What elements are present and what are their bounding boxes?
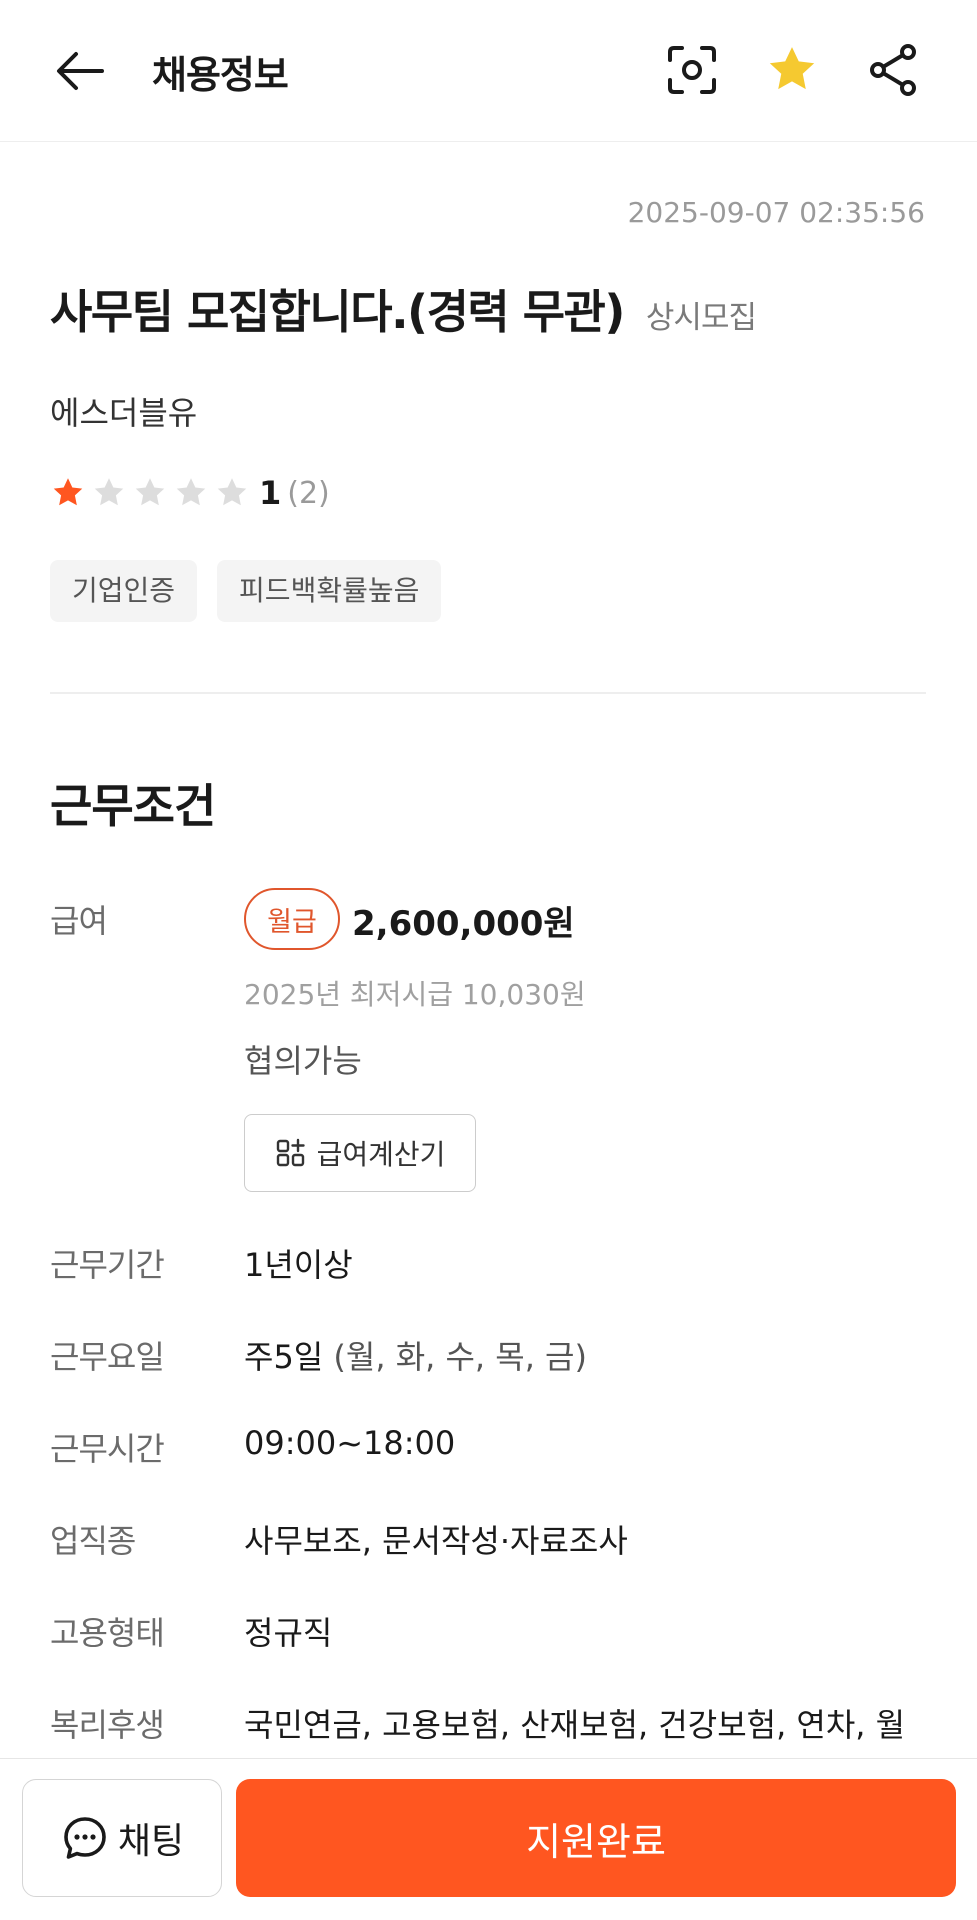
days-label: 근무요일 (50, 1338, 165, 1376)
section-title-conditions: 근무조건 (50, 779, 216, 833)
pay-amount: 2,600,000원 (352, 904, 575, 944)
company-rating[interactable]: 1 (2) (50, 474, 330, 512)
chat-label: 채팅 (117, 1821, 185, 1862)
star-empty-icon (94, 478, 124, 506)
employment-label: 고용형태 (50, 1614, 165, 1652)
chat-button[interactable]: 채팅 (22, 1779, 222, 1897)
days-detail: (월, 화, 수, 목, 금) (333, 1338, 587, 1376)
tag-list: 기업인증 피드백확률높음 (50, 560, 442, 622)
job-type-label: 업직종 (50, 1522, 136, 1560)
pay-type-badge: 월급 (244, 888, 340, 950)
favorite-button[interactable] (760, 38, 824, 102)
chat-bubble-icon (64, 1817, 106, 1859)
share-icon (870, 44, 916, 96)
tag-high-feedback: 피드백확률높음 (217, 560, 442, 622)
posted-timestamp: 2025-09-07 02:35:56 (627, 196, 925, 229)
star-icon (769, 47, 815, 90)
employment-value: 정규직 (244, 1614, 333, 1652)
star-empty-icon (176, 478, 206, 506)
section-divider (50, 692, 926, 694)
page-title: 채용정보 (152, 53, 289, 97)
company-name[interactable]: 에스더블유 (50, 388, 197, 434)
period-label: 근무기간 (50, 1246, 165, 1284)
hours-value: 09:00~18:00 (244, 1424, 456, 1462)
apply-button[interactable]: 지원완료 (236, 1779, 956, 1897)
top-app-bar: 채용정보 (0, 0, 977, 142)
star-empty-icon (135, 478, 165, 506)
min-wage-note: 2025년 최저시급 10,030원 (244, 978, 586, 1011)
pay-negotiable: 협의가능 (244, 1042, 362, 1080)
period-value: 1년이상 (244, 1246, 353, 1284)
job-title: 사무팀 모집합니다.(경력 무관) (50, 285, 625, 339)
hours-label: 근무시간 (50, 1430, 165, 1468)
salary-calculator-button[interactable]: 급여계산기 (244, 1114, 476, 1192)
rating-count: (2) (287, 475, 330, 511)
calculator-icon (276, 1138, 305, 1167)
job-title-row: 사무팀 모집합니다.(경력 무관) 상시모집 (50, 276, 757, 342)
share-button[interactable] (862, 38, 926, 102)
welfare-label: 복리후생 (50, 1706, 165, 1744)
job-type-value: 사무보조, 문서작성·자료조사 (244, 1522, 628, 1560)
scan-icon (668, 46, 716, 94)
rating-value: 1 (259, 474, 282, 512)
recruit-status: 상시모집 (645, 300, 757, 336)
back-arrow-icon (57, 52, 104, 90)
back-button[interactable] (48, 40, 112, 104)
bottom-action-bar: 채팅 지원완료 (0, 1758, 977, 1920)
welfare-value: 국민연금, 고용보험, 산재보험, 건강보험, 연차, 월차, 정기휴가, 주식… (244, 1706, 906, 1744)
days-value: 주5일 (244, 1338, 324, 1376)
days-value-row: 주5일 (월, 화, 수, 목, 금) (244, 1332, 587, 1378)
welfare-container: 국민연금, 고용보험, 산재보험, 건강보험, 연차, 월차, 정기휴가, 주식… (244, 1692, 944, 1758)
star-filled-icon (53, 478, 83, 506)
pay-label: 급여 (50, 902, 108, 940)
salary-calculator-label: 급여계산기 (316, 1138, 446, 1171)
star-empty-icon (217, 478, 247, 506)
tag-verified-company: 기업인증 (50, 560, 198, 622)
scan-button[interactable] (660, 38, 724, 102)
